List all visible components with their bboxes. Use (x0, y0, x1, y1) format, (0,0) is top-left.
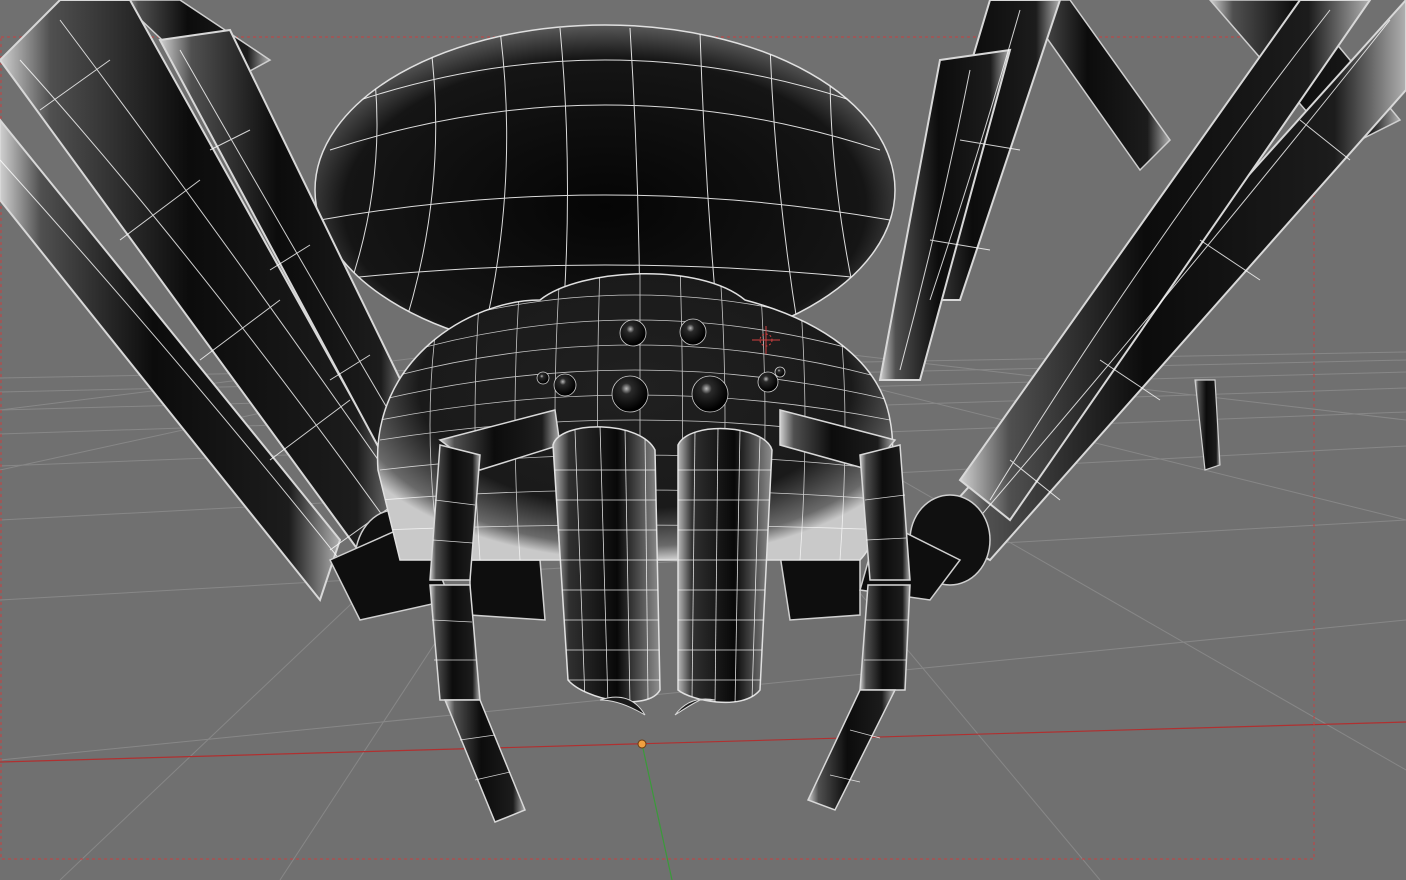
eye (691, 375, 729, 413)
right-chelicera (674, 427, 773, 716)
eye (679, 318, 707, 346)
y-axis-line (641, 743, 673, 880)
left-chelicera (552, 426, 661, 716)
eye (536, 371, 550, 385)
x-axis-line (0, 721, 1406, 763)
eye (611, 375, 649, 413)
front-right-legs (878, 0, 1406, 586)
object-origin-pivot[interactable] (637, 739, 647, 749)
eye (619, 319, 647, 347)
eye (757, 371, 779, 393)
eye (774, 366, 786, 378)
3d-viewport[interactable] (0, 0, 1406, 880)
front-left-legs (0, 0, 436, 611)
eye (553, 373, 577, 397)
viewport-canvas[interactable] (0, 0, 1406, 880)
